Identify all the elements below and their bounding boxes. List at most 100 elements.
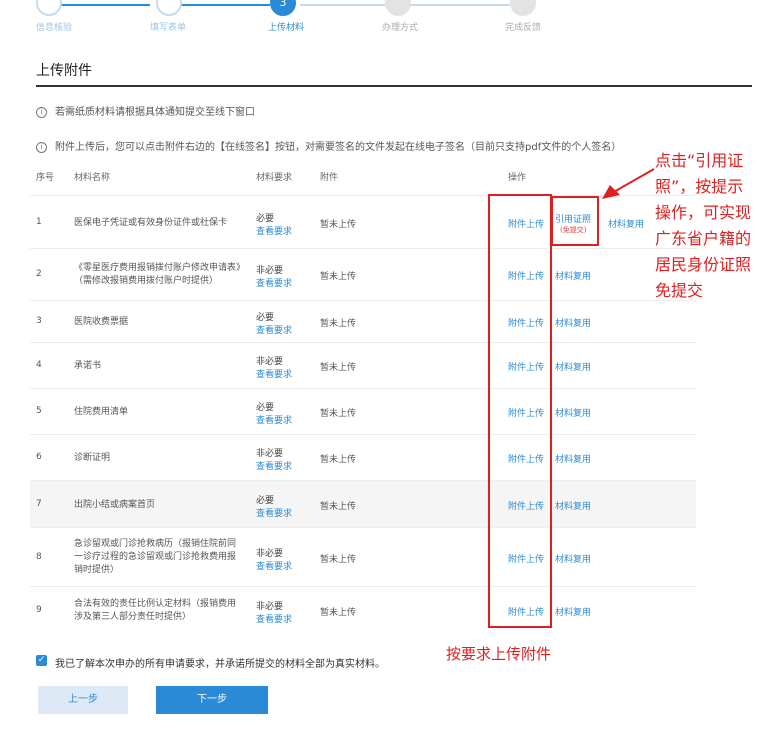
requirement: 非必要 查看要求 — [256, 546, 292, 572]
requirement: 非必要 查看要求 — [256, 446, 292, 472]
attachment-status: 暂未上传 — [320, 319, 357, 329]
row-number: 2 — [36, 269, 42, 279]
step-connector — [410, 4, 510, 6]
table-row: 2 《零星医疗费用报销拨付账户修改申请表》（需修改报销费用拨付账户时提供） 非必要查… — [30, 248, 696, 300]
material-name: 急诊留观或门诊抢救病历（报销住院前同一诊疗过程的急诊留观或门诊抢救费用报销时提供… — [74, 538, 237, 575]
step-4-label: 办理方式 — [382, 23, 419, 33]
reuse-material-link[interactable]: 材料复用 — [555, 605, 591, 618]
row-number: 9 — [36, 605, 42, 615]
agreement-text: 我已了解本次申办的所有申请要求，并承诺所提交的材料全部为真实材料。 — [55, 659, 385, 670]
table-row: 7 出院小结或病案首页 必要 查看要求 暂未上传 附件上传 材料复用 — [30, 480, 696, 527]
requirement: 必要 查看要求 — [256, 493, 292, 519]
col-header-name: 材料名称 — [74, 173, 111, 183]
view-requirement-link[interactable]: 查看要求 — [256, 459, 292, 472]
section-title: 上传附件 — [36, 63, 92, 79]
annotation-cert-note: 点击“引用证照”，按提示操作，可实现广东省户籍的居民身份证照免提交 — [655, 151, 752, 300]
material-name: 住院费用清单 — [74, 407, 129, 417]
attachment-status: 暂未上传 — [320, 272, 357, 282]
row-number: 7 — [36, 498, 42, 509]
requirement-level: 非必要 — [256, 602, 284, 612]
attachment-status: 暂未上传 — [320, 608, 357, 618]
col-header-no: 序号 — [36, 173, 55, 183]
reuse-material-link[interactable]: 材料复用 — [555, 499, 591, 512]
section-divider — [36, 85, 752, 87]
reuse-material-link[interactable]: 材料复用 — [555, 360, 591, 373]
requirement: 非必要 查看要求 — [256, 263, 292, 289]
col-header-req: 材料要求 — [256, 173, 293, 183]
view-requirement-link[interactable]: 查看要求 — [256, 224, 292, 237]
attachment-status: 暂未上传 — [320, 409, 357, 419]
step-connector — [50, 4, 150, 6]
row-number: 3 — [36, 316, 42, 326]
notice-sign: i 附件上传后，您可以点击附件右边的【在线签名】按钮，对需要签名的文件发起在线电子… — [36, 138, 621, 153]
agreement-checkbox[interactable]: ✓ — [36, 655, 47, 666]
row-number: 5 — [36, 406, 42, 416]
notice-paper: i 若需纸质材料请根据具体通知提交至线下窗口 — [36, 103, 255, 118]
requirement-level: 非必要 — [256, 449, 284, 459]
next-step-button[interactable]: 下一步 — [156, 686, 268, 714]
view-requirement-link[interactable]: 查看要求 — [256, 506, 292, 519]
view-requirement-link[interactable]: 查看要求 — [256, 367, 292, 380]
step-5-label: 完成反馈 — [505, 23, 542, 33]
cert-highlight-box — [551, 196, 599, 246]
view-requirement-link[interactable]: 查看要求 — [256, 323, 292, 336]
material-name: 合法有效的责任比例认定材料（报销费用涉及第三人部分责任时提供） — [74, 599, 237, 622]
reuse-material-link[interactable]: 材料复用 — [608, 217, 644, 230]
notice-text: 若需纸质材料请根据具体通知提交至线下窗口 — [55, 107, 255, 118]
step-2-circle — [156, 0, 182, 16]
step-3-circle: 3 — [270, 0, 296, 16]
step-4-circle — [385, 0, 411, 16]
material-name: 医院收费票据 — [74, 317, 129, 327]
view-requirement-link[interactable]: 查看要求 — [256, 612, 292, 625]
table-row: 4 承诺书 非必要 查看要求 暂未上传 附件上传 材料复用 — [30, 342, 696, 388]
material-name: 医保电子凭证或有效身份证件或社保卡 — [74, 217, 228, 228]
table-row: 9 合法有效的责任比例认定材料（报销费用涉及第三人部分责任时提供） 非必要 查看要求 暂… — [30, 586, 696, 634]
view-requirement-link[interactable]: 查看要求 — [256, 559, 292, 572]
step-connector — [300, 4, 385, 6]
step-connector — [180, 4, 270, 6]
requirement: 必要 查看要求 — [256, 400, 292, 426]
col-header-op: 操作 — [508, 173, 527, 183]
annotation-arrow-icon — [602, 168, 655, 199]
step-2-label: 填写表单 — [150, 23, 187, 33]
info-icon: i — [36, 106, 47, 118]
row-number: 6 — [36, 452, 42, 462]
view-requirement-link[interactable]: 查看要求 — [256, 276, 292, 289]
reuse-material-link[interactable]: 材料复用 — [555, 316, 591, 329]
info-icon: i — [36, 141, 47, 153]
upload-highlight-box — [488, 194, 552, 628]
row-number: 8 — [36, 551, 42, 562]
requirement-level: 必要 — [256, 313, 275, 323]
requirement-level: 必要 — [256, 403, 275, 413]
step-3-label: 上传材料 — [268, 23, 305, 33]
requirement-level: 非必要 — [256, 548, 284, 559]
annotation-upload-note: 按要求上传附件 — [446, 645, 552, 663]
notice-text: 附件上传后，您可以点击附件右边的【在线签名】按钮，对需要签名的文件发起在线电子签… — [55, 142, 622, 153]
reuse-material-link[interactable]: 材料复用 — [555, 406, 591, 419]
material-name: 《零星医疗费用报销拨付账户修改申请表》（需修改报销费用拨付账户时提供） — [74, 263, 241, 286]
requirement: 必要 查看要求 — [256, 310, 292, 336]
requirement: 必要 查看要求 — [256, 211, 292, 237]
row-number: 1 — [36, 216, 42, 227]
attachment-status: 暂未上传 — [320, 455, 357, 465]
step-1-label: 信息核验 — [36, 23, 73, 33]
prev-step-button[interactable]: 上一步 — [38, 686, 128, 714]
reuse-material-link[interactable]: 材料复用 — [555, 452, 591, 465]
requirement-level: 非必要 — [256, 266, 284, 276]
reuse-material-link[interactable]: 材料复用 — [555, 269, 591, 282]
requirement-level: 非必要 — [256, 357, 284, 367]
requirement: 非必要 查看要求 — [256, 354, 292, 380]
attachment-status: 暂未上传 — [320, 363, 357, 373]
table-row: 3 医院收费票据 必要 查看要求 暂未上传 附件上传 材料复用 — [30, 300, 696, 342]
table-row: 5 住院费用清单 必要 查看要求 暂未上传 附件上传 材料复用 — [30, 388, 696, 434]
material-name: 出院小结或病案首页 — [74, 499, 156, 510]
row-number: 4 — [36, 360, 42, 370]
step-1-circle — [36, 0, 62, 16]
view-requirement-link[interactable]: 查看要求 — [256, 413, 292, 426]
reuse-material-link[interactable]: 材料复用 — [555, 552, 591, 565]
material-name: 承诺书 — [74, 361, 102, 371]
requirement-level: 必要 — [256, 495, 275, 506]
attachment-status: 暂未上传 — [320, 219, 357, 230]
col-header-attachment: 附件 — [320, 173, 339, 183]
attachment-status: 暂未上传 — [320, 554, 357, 565]
